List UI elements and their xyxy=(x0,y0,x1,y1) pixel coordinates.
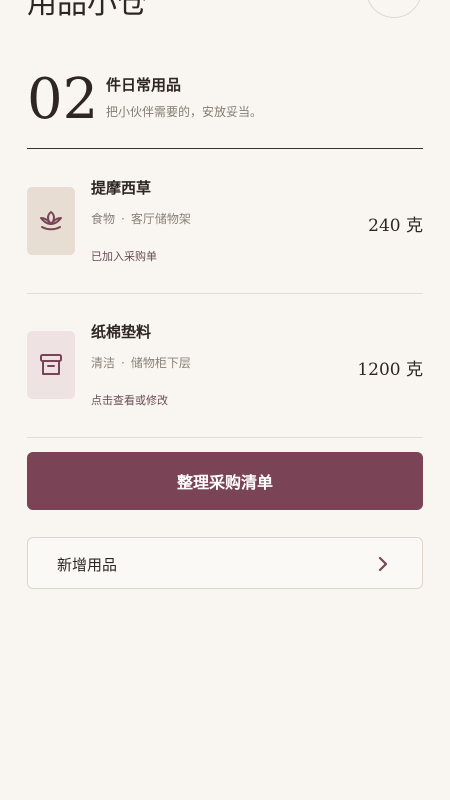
add-item-button[interactable]: 新增用品 xyxy=(27,537,423,589)
item-quantity: 1200 克 xyxy=(357,360,423,380)
leaf-icon xyxy=(40,211,62,231)
summary-title: 件日常用品 xyxy=(106,76,182,94)
chevron-right-icon xyxy=(378,556,388,572)
item-location: 储物柜下层 xyxy=(130,356,191,370)
item-icon-tile xyxy=(27,187,75,255)
page-title: 用品小仓 xyxy=(27,0,147,21)
item-icon-tile xyxy=(27,331,75,399)
item-quantity: 240 克 xyxy=(368,216,423,236)
item-category: 食物 xyxy=(91,212,116,226)
header-round-button[interactable] xyxy=(366,0,422,18)
add-item-label: 新增用品 xyxy=(57,556,118,574)
item-category: 清洁 xyxy=(91,356,116,370)
item-name: 纸棉垫料 xyxy=(91,323,152,341)
organize-shopping-list-button[interactable]: 整理采购清单 xyxy=(27,452,423,510)
item-status: 点击查看或修改 xyxy=(91,394,168,407)
list-item[interactable]: 提摩西草 食物 · 客厅储物架 已加入采购单 240 克 xyxy=(27,177,423,321)
item-name: 提摩西草 xyxy=(91,179,152,197)
item-meta: 清洁 · 储物柜下层 xyxy=(91,354,191,371)
item-location: 客厅储物架 xyxy=(130,212,191,226)
list-item[interactable]: 纸棉垫料 清洁 · 储物柜下层 点击查看或修改 1200 克 xyxy=(27,321,423,465)
item-count: 02 xyxy=(27,67,99,132)
summary-section: 02 件日常用品 把小伙伴需要的，安放妥当。 xyxy=(27,68,423,132)
meta-separator: · xyxy=(121,356,125,370)
archive-box-icon xyxy=(40,354,62,375)
section-divider xyxy=(27,148,423,149)
meta-separator: · xyxy=(121,212,125,226)
item-status: 已加入采购单 xyxy=(91,250,157,263)
item-divider xyxy=(27,437,423,438)
item-meta: 食物 · 客厅储物架 xyxy=(91,210,191,227)
summary-subtitle: 把小伙伴需要的，安放妥当。 xyxy=(106,105,263,119)
item-divider xyxy=(27,293,423,294)
